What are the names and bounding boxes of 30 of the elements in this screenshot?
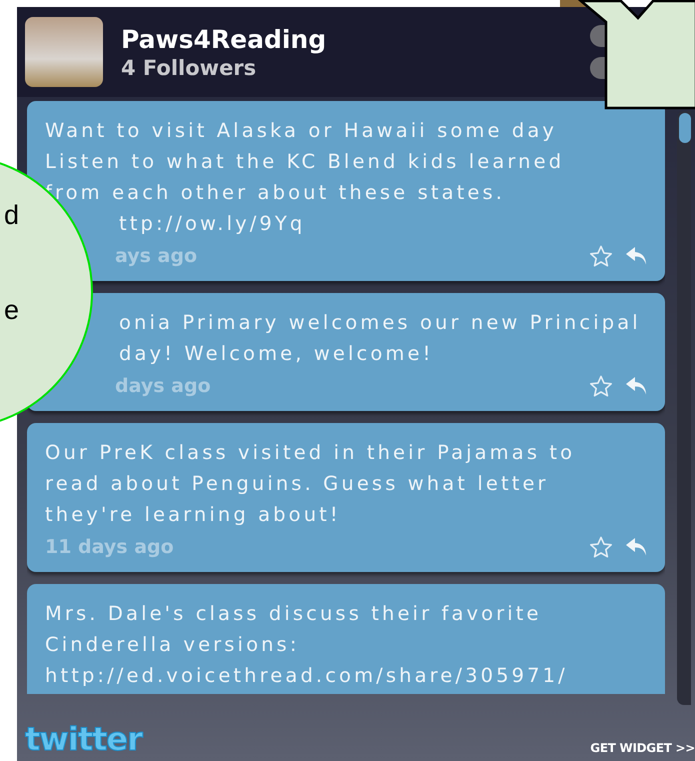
tweet-text: Want to visit Alaska or Hawaii some day: [45, 118, 558, 144]
tweet-time: 11 days ago: [45, 536, 174, 558]
tweet-text: Our PreK class visited in their Pajamas to: [45, 440, 576, 466]
star-icon[interactable]: [589, 245, 613, 267]
scroll-thumb[interactable]: [679, 113, 691, 143]
tweet-text: read about Penguins. Guess what letter: [45, 471, 549, 497]
star-icon[interactable]: [589, 536, 613, 558]
callout-text: e: [4, 295, 20, 326]
tweet-text: Mrs. Dale's class discuss their favorite: [45, 601, 542, 627]
get-widget-link[interactable]: GET WIDGET >>: [590, 741, 695, 755]
reply-icon[interactable]: [625, 246, 649, 266]
tweet-text: onia Primary welcomes our new Principal: [118, 310, 641, 336]
tweet-text: Cinderella versions:: [45, 632, 300, 658]
header-button[interactable]: [590, 57, 606, 79]
header-button[interactable]: [590, 25, 606, 47]
tweet-text: day! Welcome, welcome!: [118, 341, 434, 367]
reply-icon[interactable]: [625, 376, 649, 396]
tweet-text: ttp://ow.ly/9Yq: [118, 211, 306, 237]
reply-icon[interactable]: [625, 537, 649, 557]
scrollbar[interactable]: [677, 111, 691, 705]
twitter-logo[interactable]: twitter: [25, 721, 142, 757]
tweet-time: days ago: [115, 375, 211, 397]
tweet-text: they're learning about!: [45, 502, 341, 528]
tweet-time: ays ago: [115, 245, 198, 267]
callout-text: d: [4, 200, 20, 231]
star-icon[interactable]: [589, 375, 613, 397]
follower-count: 4 Followers: [121, 56, 258, 80]
tweet-text: Listen to what the KC Blend kids learned: [45, 149, 564, 175]
profile-name: Paws4Reading: [121, 24, 326, 54]
tweet-text: http://ed.voicethread.com/share/305971/: [45, 663, 568, 689]
